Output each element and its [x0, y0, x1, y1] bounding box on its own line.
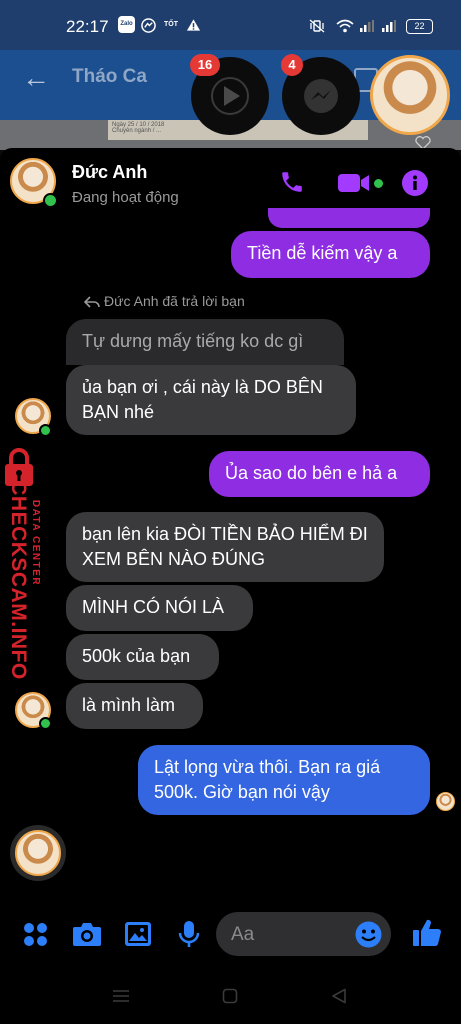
apps-grid-icon[interactable] — [23, 922, 48, 947]
reply-arrow-icon — [84, 296, 100, 308]
watermark-tag: DATA CENTER — [30, 499, 41, 587]
reply-note: Đức Anh đã trả lời bạn — [104, 293, 245, 309]
messenger-icon — [141, 18, 156, 33]
info-icon[interactable] — [402, 170, 428, 196]
previous-message-fragment — [268, 208, 430, 228]
video-active-dot — [374, 179, 383, 188]
messenger-logo-icon — [304, 79, 338, 113]
message-outgoing[interactable]: Tiền dễ kiếm vậy a — [231, 231, 430, 278]
zalo-icon: Zalo — [118, 16, 135, 33]
back-nav-icon[interactable] — [331, 988, 347, 1004]
battery-indicator: 22 — [406, 19, 433, 34]
status-bar: 22:17 Zalo TỐT 22 — [0, 0, 461, 50]
signal-icon-2 — [382, 20, 396, 32]
message-incoming[interactable]: ủa bạn ơi , cái này là DO BÊN BẠN nhé — [66, 365, 356, 435]
emoji-icon[interactable] — [355, 921, 382, 948]
recents-menu-icon[interactable] — [112, 989, 130, 1003]
chat-head-badge: 16 — [190, 54, 220, 76]
gallery-icon[interactable] — [124, 921, 152, 947]
message-input-placeholder: Aa — [231, 924, 255, 945]
like-thumb-icon[interactable] — [412, 918, 442, 948]
wifi-icon — [336, 19, 354, 33]
quoted-message[interactable]: Tự dưng mấy tiếng ko dc gì — [66, 319, 344, 365]
play-icon — [211, 77, 249, 115]
message-outgoing[interactable]: Ủa sao do bên e hả a — [209, 451, 430, 497]
camera-icon[interactable] — [72, 921, 102, 947]
message-incoming[interactable]: 500k của bạn — [66, 634, 219, 680]
phone-call-icon[interactable] — [279, 169, 305, 195]
back-arrow-icon[interactable]: ← — [22, 62, 50, 94]
signal-icon-1 — [360, 20, 374, 32]
warning-icon — [186, 19, 201, 31]
message-incoming[interactable]: là mình làm — [66, 683, 203, 729]
background-app-title: Tháo Ca — [72, 66, 147, 87]
contact-name[interactable]: Đức Anh — [72, 162, 147, 183]
message-outgoing[interactable]: Lật lọng vừa thôi. Bạn ra giá 500k. Giờ … — [138, 745, 430, 815]
contact-status: Đang hoạt động — [72, 189, 179, 206]
chat-head-badge: 4 — [281, 54, 303, 76]
tot-icon: TỐT — [164, 21, 178, 28]
home-icon[interactable] — [222, 988, 238, 1004]
online-indicator — [39, 424, 52, 437]
vibrate-mute-icon — [309, 19, 325, 33]
video-call-icon[interactable] — [338, 172, 370, 194]
typing-avatar — [15, 830, 61, 876]
status-time: 22:17 — [66, 17, 109, 36]
online-indicator — [43, 193, 58, 208]
seen-receipt-avatar — [436, 792, 455, 811]
message-incoming[interactable]: bạn lên kia ĐÒI TIỀN BẢO HIỂM ĐI XEM BÊN… — [66, 512, 384, 582]
system-nav-bar — [0, 968, 461, 1024]
online-indicator — [39, 717, 52, 730]
contact-chat-head-avatar[interactable] — [370, 55, 450, 135]
microphone-icon[interactable] — [178, 920, 200, 948]
message-incoming[interactable]: MÌNH CÓ NÓI LÀ — [66, 585, 253, 631]
